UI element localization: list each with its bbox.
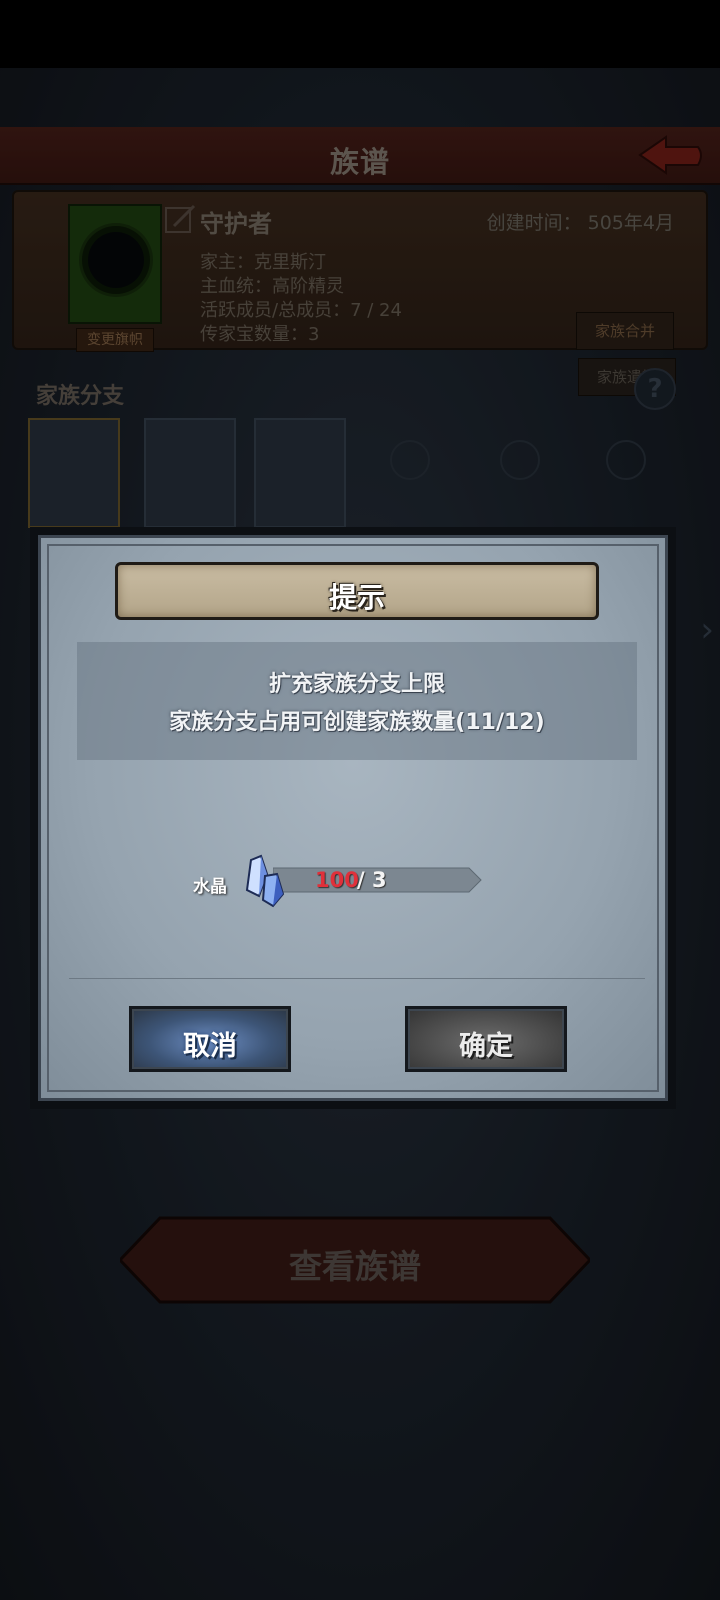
crystal-icon xyxy=(245,854,285,908)
dialog-divider xyxy=(69,978,645,979)
cancel-button[interactable]: 取消 xyxy=(129,1006,291,1072)
dialog-message-line1: 扩充家族分支上限 xyxy=(268,672,445,697)
dialog-message-box: 扩充家族分支上限 家族分支占用可创建家族数量(11/12) xyxy=(77,642,637,760)
cost-owned-amount: 100 xyxy=(315,868,359,892)
dialog-message-line2: 家族分支占用可创建家族数量(11/12) xyxy=(169,710,545,735)
confirm-dialog: 提示 扩充家族分支上限 家族分支占用可创建家族数量(11/12) 水晶 100 … xyxy=(30,527,676,1109)
dialog-title: 提示 xyxy=(328,581,385,614)
confirm-button[interactable]: 确定 xyxy=(405,1006,567,1072)
dialog-panel: 提示 扩充家族分支上限 家族分支占用可创建家族数量(11/12) 水晶 100 … xyxy=(38,535,668,1101)
cost-required-amount: / 3 xyxy=(357,868,387,892)
cost-resource-label: 水晶 xyxy=(193,877,227,897)
confirm-button-label: 确定 xyxy=(459,1031,513,1062)
dialog-title-plate: 提示 xyxy=(115,562,599,620)
cancel-button-label: 取消 xyxy=(183,1031,237,1062)
